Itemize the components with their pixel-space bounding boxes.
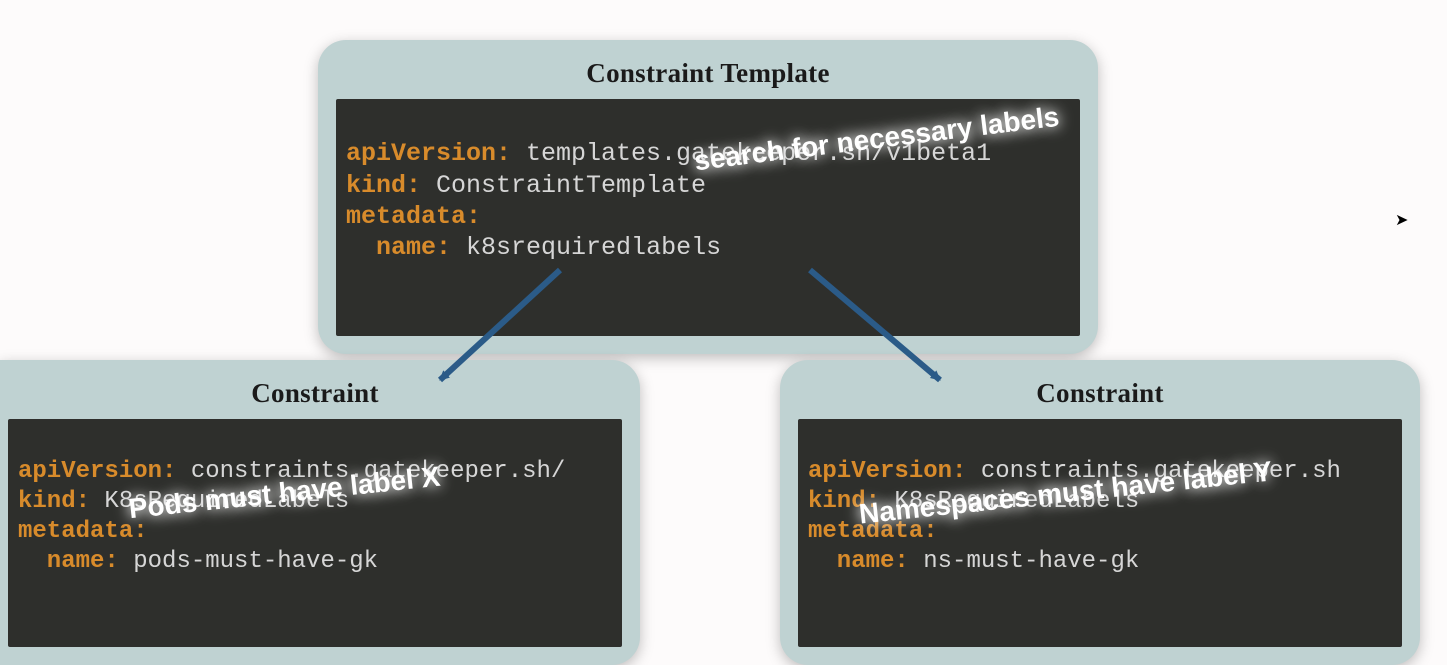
card-title-constraint-right: Constraint (798, 378, 1402, 409)
yaml-key: apiVersion: (808, 458, 966, 485)
code-block-template: apiVersion: templates.gatekeeper.sh/v1be… (336, 99, 1080, 336)
yaml-key: metadata: (808, 518, 938, 545)
card-title-constraint-left: Constraint (8, 378, 622, 409)
yaml-key: kind: (808, 488, 880, 515)
card-constraint-template: Constraint Template apiVersion: template… (318, 40, 1098, 354)
card-title-template: Constraint Template (336, 58, 1080, 89)
yaml-key: apiVersion: (346, 139, 511, 168)
yaml-value: k8srequiredlabels (451, 233, 721, 262)
cursor-icon: ➤ (1395, 210, 1408, 230)
yaml-value: templates.gatekeeper.sh/v1beta1 (511, 139, 991, 168)
yaml-value: K8sRequiredLabels (880, 488, 1139, 515)
yaml-key: name: (346, 233, 451, 262)
yaml-key: name: (18, 548, 119, 575)
yaml-key: apiVersion: (18, 458, 176, 485)
yaml-key: kind: (18, 488, 90, 515)
code-block-constraint-left: apiVersion: constraints.gatekeeper.sh/ k… (8, 419, 622, 647)
card-constraint-right: Constraint apiVersion: constraints.gatek… (780, 360, 1420, 665)
yaml-value: constraints.gatekeeper.sh (966, 458, 1340, 485)
yaml-key: metadata: (346, 202, 481, 231)
yaml-value: ns-must-have-gk (909, 548, 1139, 575)
yaml-key: name: (808, 548, 909, 575)
card-constraint-left: Constraint apiVersion: constraints.gatek… (0, 360, 640, 665)
yaml-value: ConstraintTemplate (421, 171, 706, 200)
yaml-key: metadata: (18, 518, 148, 545)
yaml-key: kind: (346, 171, 421, 200)
yaml-value: constraints.gatekeeper.sh/ (176, 458, 565, 485)
yaml-value: pods-must-have-gk (119, 548, 378, 575)
yaml-value: K8sRequiredLabels (90, 488, 349, 515)
code-block-constraint-right: apiVersion: constraints.gatekeeper.sh ki… (798, 419, 1402, 647)
